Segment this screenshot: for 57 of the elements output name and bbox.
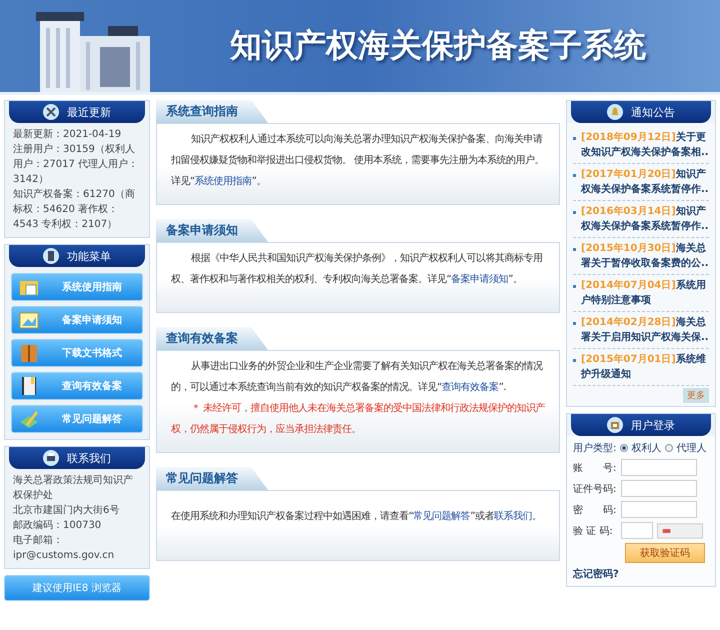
contact-text: 北京市建国门内大街6号 (13, 504, 120, 518)
field-label: 验 证 码: (573, 524, 614, 538)
captcha-field[interactable] (621, 522, 653, 539)
panel-title: 用户登录 (631, 418, 675, 432)
printer-icon (43, 450, 59, 466)
captcha-image (657, 522, 703, 538)
site-title: 知识产权海关保护备案子系统 (230, 25, 646, 66)
panel-title: 联系我们 (67, 450, 111, 466)
notice-link[interactable]: [2018年09月12日]关于更改知识产权海关保护备案相.. (581, 130, 709, 160)
bell-icon (607, 104, 623, 120)
notice-link[interactable]: [2014年02月28日]海关总署关于启用知识产权海关保.. (581, 315, 709, 345)
bullet-icon (573, 322, 576, 325)
notice-link[interactable]: [2016年03月14日]知识产权海关保护备案系统暂停作.. (581, 204, 709, 234)
link[interactable]: 系统使用指南 (194, 176, 252, 187)
update-text: 知识产权备案：61270（商标权：54620 著作权：4543 专利权：2107） (13, 188, 136, 232)
contact-text: 邮政编码：100730 (13, 518, 102, 533)
link[interactable]: 查询有效备案 (442, 382, 499, 393)
user-type-radio[interactable]: 代理人 (665, 441, 706, 455)
bullet-icon (573, 285, 576, 288)
notice-link[interactable]: [2015年07月01日]系统维护升级通知 (581, 352, 709, 382)
input-field[interactable] (621, 459, 697, 476)
notice-link[interactable]: [2015年10月30日]海关总署关于暂停收取备案费的公.. (581, 241, 709, 271)
pencil-icon (18, 408, 40, 430)
update-text: 注册用户：30159（权利人用户：27017 代理人用户：3142） (13, 142, 139, 187)
bullet-icon (573, 174, 576, 177)
bullet-icon (573, 211, 576, 214)
panel-title: 功能菜单 (67, 248, 111, 264)
link[interactable]: 联系我们 (494, 511, 532, 522)
panel-title: 最近更新 (67, 104, 111, 120)
get-code-button[interactable]: 获取验证码 (625, 543, 705, 563)
input-field[interactable] (621, 501, 697, 518)
paragraph-text: 根据《中华人民共和国知识产权海关保护条例》，知识产权权利人可以将其商标专用权、著作权和与著作权相关的权利、专利权向海关总署备案。详见“备案申请须知”。 (171, 252, 544, 287)
device-icon (43, 248, 59, 264)
link[interactable]: 备案申请须知 (451, 274, 508, 285)
bullet-icon (573, 248, 576, 251)
forgot-password-link[interactable]: 忘记密码? (573, 567, 709, 581)
field-label: 密 码: (573, 504, 617, 516)
notice-link[interactable]: [2017年01月20日]知识产权海关保护备案系统暂停作.. (581, 167, 709, 197)
paragraph-text: ＊ 未经许可，擅自使用他人未在海关总署备案的受中国法律和行政法规保护的知识产权，仍然属于侵权行为，应当承担法律责任。 (171, 402, 546, 437)
bullet-icon (573, 137, 576, 140)
input-field[interactable] (621, 480, 697, 497)
link[interactable]: 常见问题解答 (413, 511, 470, 522)
field-label: 证件号码: (573, 482, 617, 496)
contact-text: 电子邮箱： (13, 534, 64, 548)
paragraph-text: 在使用系统和办理知识产权备案过程中如遇困难，请查看“常见问题解答”或者联系我们。 (171, 510, 542, 524)
wallet-icon (18, 342, 40, 364)
contact-text: ipr@customs.gov.cn (13, 549, 116, 563)
paragraph-text: 从事进出口业务的外贸企业和生产企业需要了解有关知识产权在海关总署备案的情况的，可以通过本系统查询当前有效的知识产权备案的情况。详见“查询有效备案”. (171, 360, 544, 395)
panel-title: 通知公告 (631, 104, 675, 120)
contact-text: 海关总署政策法规司知识产权保护处 (13, 474, 134, 503)
field-label: 账 号: (573, 462, 617, 474)
user-type-label: 用户类型: (573, 442, 616, 455)
user-type-radio[interactable]: 权利人 (620, 441, 662, 455)
update-text: 最新更新：2021-04-19 (13, 128, 122, 142)
bullet-icon (573, 359, 576, 362)
notice-link[interactable]: [2014年07月04日]系统用户特别注意事项 (581, 278, 709, 308)
paragraph-text: 知识产权权利人通过本系统可以向海关总署办理知识产权海关保护备案、向海关申请扣留侵权嫌疑货物和举报进出口侵权货物。 使用本系统，需要事先注册为本系统的用户。详见“系统使用指南”。 (171, 132, 546, 189)
